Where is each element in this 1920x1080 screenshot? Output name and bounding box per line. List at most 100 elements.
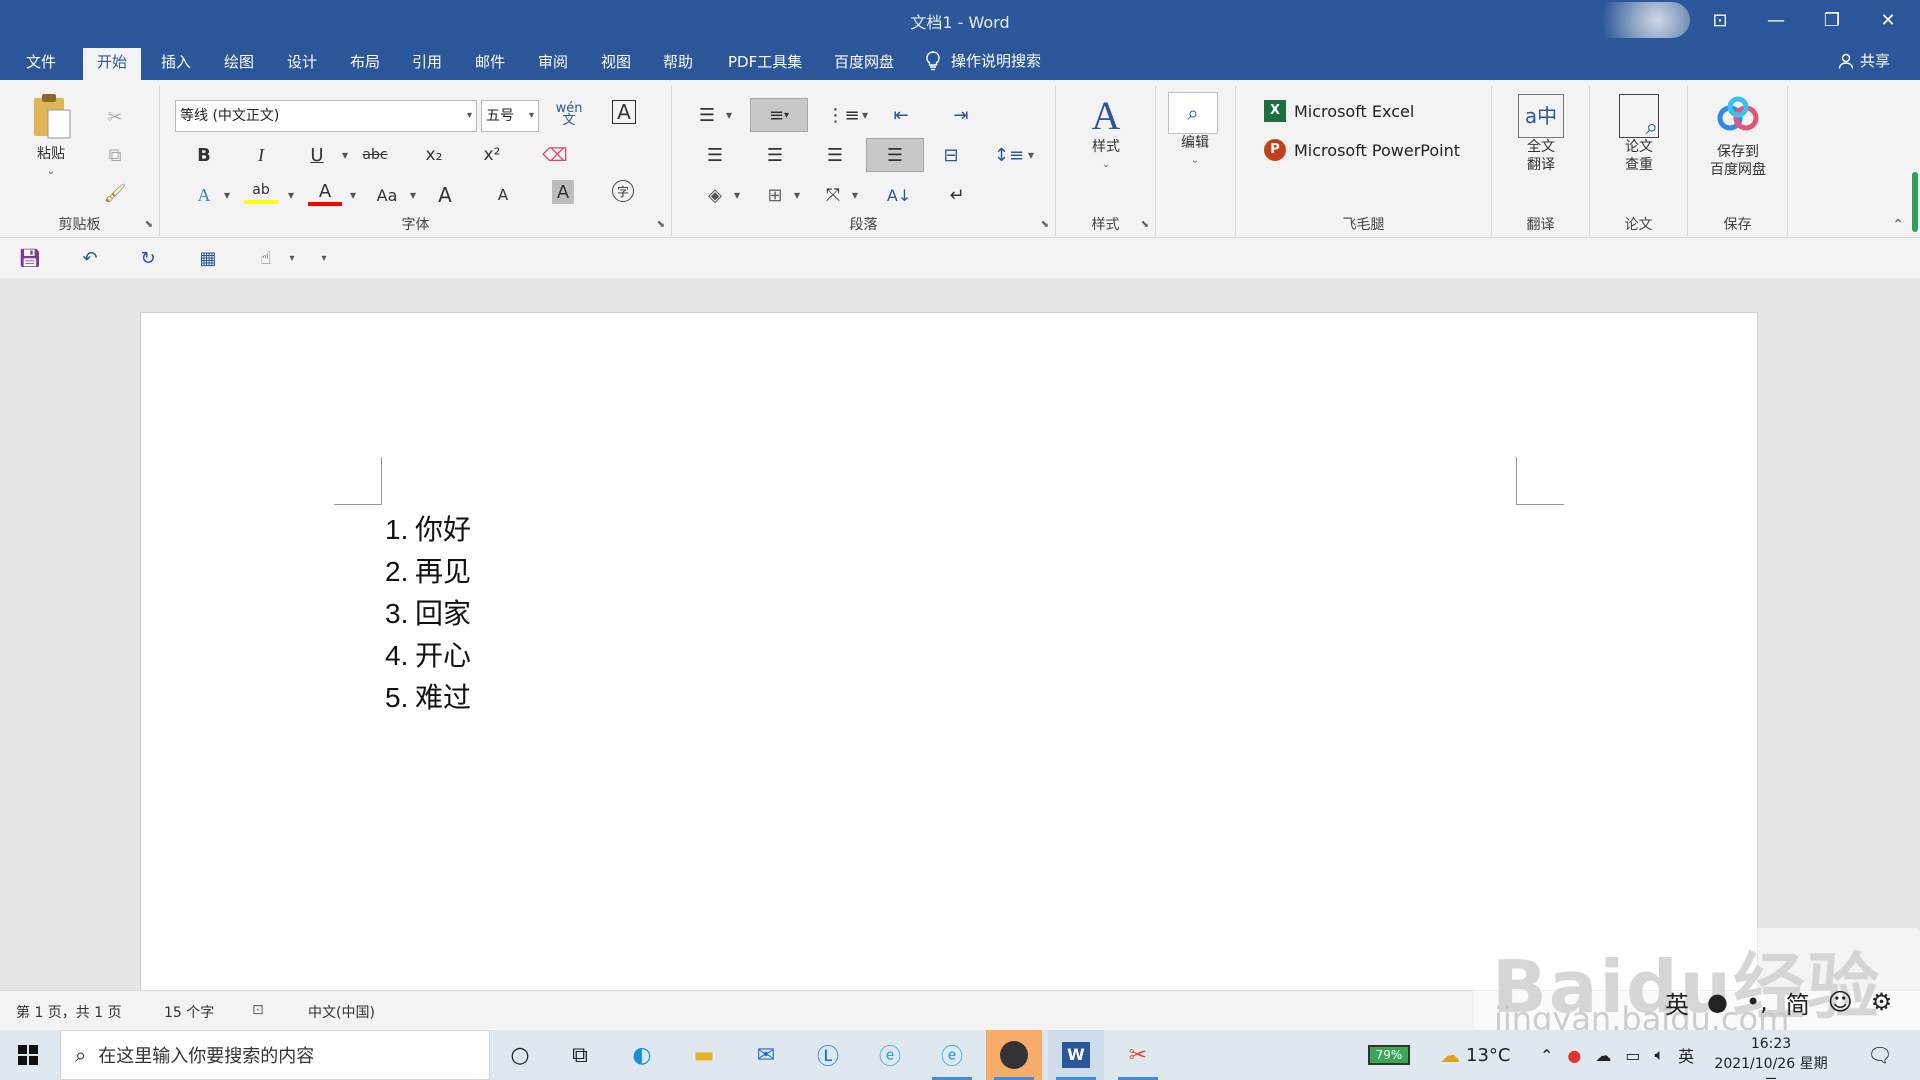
edge-icon[interactable]: ◐ [614,1030,670,1080]
editing-button[interactable]: ⌕ 编辑 ⌄ [1168,92,1222,170]
chevron-down-icon[interactable]: ▾ [338,140,352,170]
tab-review[interactable]: 审阅 [524,48,582,80]
lenovo-icon[interactable]: Ⓛ [800,1030,856,1080]
line-spacing-icon[interactable]: ↕≡ [992,140,1026,170]
underline-button[interactable]: U [300,140,334,170]
chevron-down-icon[interactable]: ▾ [220,180,234,210]
character-border-button[interactable]: A [612,100,636,124]
font-size-dropdown[interactable]: 五号 ▾ [481,100,539,132]
tab-file[interactable]: 文件 [12,48,70,80]
justify-icon[interactable]: ☰ [866,138,924,172]
bullets-icon[interactable]: ☰ [690,100,724,130]
numbering-icon[interactable]: ≡ ▾ [750,98,808,132]
tab-draw[interactable]: 绘图 [210,48,268,80]
mail-icon[interactable]: ✉ [738,1030,794,1080]
chevron-down-icon[interactable]: ▾ [722,100,736,130]
cortana-icon[interactable]: ○ [492,1030,548,1080]
shrink-font-button[interactable]: A [486,180,520,210]
internet-explorer-icon[interactable]: ⓔ [862,1030,918,1080]
chevron-down-icon[interactable]: ▾ [1024,140,1038,170]
change-case-button[interactable]: Aa [370,180,404,210]
superscript-button[interactable]: x² [475,140,509,170]
table-icon[interactable]: ▦ [192,244,224,272]
multilevel-list-icon[interactable]: ⋮≡ [826,100,860,130]
file-explorer-icon[interactable]: ▬ [676,1030,732,1080]
shading-icon[interactable]: ◈ [698,180,732,210]
tab-mailings[interactable]: 邮件 [461,48,519,80]
chinese-layout-icon[interactable]: ⤧ [816,180,850,210]
ime-mode[interactable]: 简 [1786,985,1810,1020]
tab-view[interactable]: 视图 [587,48,645,80]
battery-icon[interactable]: ▭ [1625,1046,1640,1065]
ime-emoji-icon[interactable]: ☺ [1828,988,1853,1016]
chevron-down-icon[interactable]: ▾ [858,100,872,130]
ime-fullwidth-icon[interactable]: ● [1707,988,1728,1016]
text-effects-button[interactable]: A [187,180,221,210]
ribbon-display-options-button[interactable]: ⊡ [1692,0,1748,40]
list-item[interactable]: 2. 再见 [385,551,471,593]
account-avatar[interactable] [1580,2,1690,38]
input-language[interactable]: 英 [1678,1043,1694,1067]
chevron-down-icon[interactable]: ▾ [276,244,308,272]
list-item[interactable]: 3. 回家 [385,593,471,635]
qq-icon[interactable]: ● [1567,1046,1581,1065]
list-item[interactable]: 4. 开心 [385,635,471,677]
page-count[interactable]: 第 1 页，共 1 页 [16,1002,122,1022]
show-marks-icon[interactable]: ↵ [940,180,974,210]
list-item[interactable]: 5. 难过 [385,677,471,719]
ime-settings-icon[interactable]: ⚙ [1871,988,1893,1016]
excel-launch-button[interactable]: X Microsoft Excel [1264,100,1414,122]
sort-icon[interactable]: A↓ [882,180,916,210]
restore-button[interactable]: ❐ [1804,0,1860,40]
numbered-list[interactable]: 1. 你好 2. 再见 3. 回家 4. 开心 5. 难过 [385,509,471,719]
tab-pdf-tools[interactable]: PDF工具集 [714,48,816,80]
browser-icon[interactable]: ⓔ [924,1030,980,1080]
close-button[interactable]: ✕ [1860,0,1916,40]
tab-design[interactable]: 设计 [273,48,331,80]
clear-formatting-icon[interactable]: ⌫ [538,140,572,170]
tab-home[interactable]: 开始 [83,48,142,80]
dialog-launcher-icon[interactable]: ⬊ [145,219,153,230]
chevron-down-icon[interactable]: ▾ [730,180,744,210]
minimize-button[interactable]: — [1748,0,1804,40]
proofing-icon[interactable]: ⊡ [252,1002,264,1018]
italic-button[interactable]: I [244,140,278,170]
tab-baidu-netdisk[interactable]: 百度网盘 [820,48,908,80]
task-view-icon[interactable]: ⧉ [552,1030,608,1080]
language-indicator[interactable]: 中文(中国) [308,1002,375,1022]
ime-language[interactable]: 英 [1665,985,1689,1020]
tell-me-search[interactable]: 操作说明搜索 [925,50,1041,71]
ime-punctuation-icon[interactable]: •, [1746,988,1768,1016]
notification-icon[interactable]: 🗨︎ [1852,1030,1908,1080]
tab-help[interactable]: 帮助 [649,48,707,80]
full-translate-button[interactable]: a中 全文 翻译 [1506,94,1576,174]
align-right-icon[interactable]: ☰ [818,140,852,170]
enclose-characters-button[interactable]: 字 [612,180,634,202]
align-center-icon[interactable]: ☰ [758,140,792,170]
tab-insert[interactable]: 插入 [147,48,205,80]
distributed-icon[interactable]: ⊟ [934,140,968,170]
weather-widget[interactable]: ☁ 13°C [1440,1030,1510,1080]
onedrive-icon[interactable]: ☁ [1595,1046,1611,1065]
subscript-button[interactable]: x₂ [417,140,451,170]
taskbar-search-box[interactable]: ⌕ 在这里输入你要搜索的内容 [60,1030,490,1080]
screenshot-tool-icon[interactable]: ✂ [1110,1030,1166,1080]
align-left-icon[interactable]: ☰ [698,140,732,170]
format-painter-icon[interactable]: 🖌 [98,178,132,208]
volume-icon[interactable]: 🔈︎ [1655,1045,1665,1065]
font-name-dropdown[interactable]: 等线 (中文正文) ▾ [175,100,477,132]
grow-font-button[interactable]: A [428,180,462,210]
share-button[interactable]: 共享 [1838,50,1890,71]
decrease-indent-icon[interactable]: ⇤ [884,100,918,130]
dialog-launcher-icon[interactable]: ⬊ [657,219,665,230]
chevron-down-icon[interactable]: ▾ [346,180,360,210]
start-button[interactable] [0,1030,56,1080]
chevron-down-icon[interactable]: ▾ [848,180,862,210]
phonetic-guide-button[interactable]: wén 文 [552,100,586,130]
tab-references[interactable]: 引用 [398,48,456,80]
strikethrough-button[interactable]: abc [358,140,392,170]
dialog-launcher-icon[interactable]: ⬊ [1041,219,1049,230]
photo-app-icon[interactable] [986,1030,1042,1080]
copy-icon[interactable]: ⧉ [98,140,132,170]
character-shading-button[interactable]: A [552,180,574,204]
